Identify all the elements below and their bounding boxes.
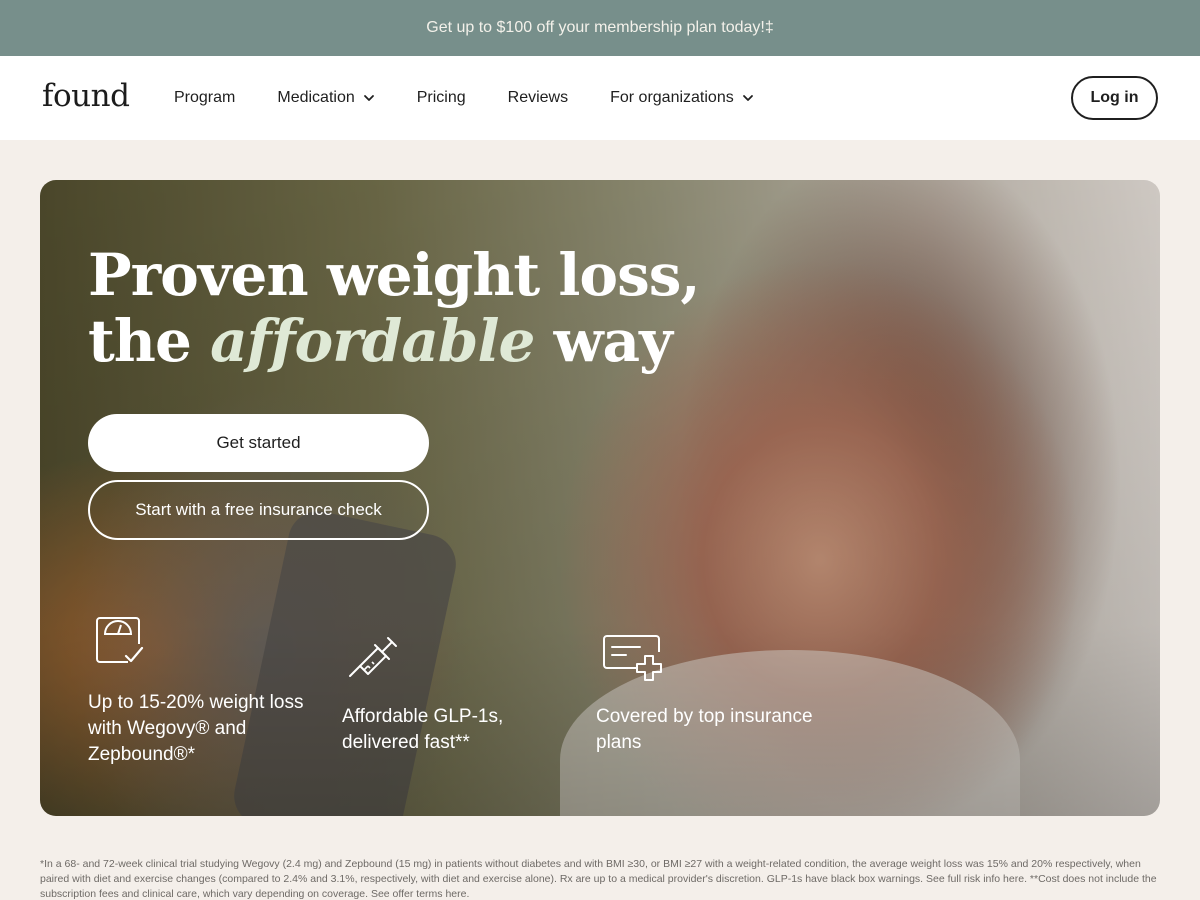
nav-item-program[interactable]: Program	[174, 89, 235, 107]
nav-item-pricing[interactable]: Pricing	[417, 89, 466, 107]
promo-banner[interactable]: Get up to $100 off your membership plan …	[0, 0, 1200, 56]
nav-links: Program Medication Pricing Reviews For o…	[174, 56, 796, 140]
headline-accent-word: affordable	[210, 307, 535, 375]
nav-item-label: Pricing	[416, 89, 466, 106]
chevron-down-icon	[742, 95, 753, 101]
hero-section: Proven weight loss, the affordable way G…	[40, 180, 1160, 816]
nav-item-label: Program	[174, 89, 236, 106]
nav-item-label: For organizations	[610, 89, 734, 106]
headline-line-2-post: way	[534, 307, 673, 375]
found-logo[interactable]: found	[42, 78, 130, 114]
nav-item-medication[interactable]: Medication	[277, 89, 374, 107]
insurance-card-plus-icon	[603, 635, 662, 681]
syringe-icon	[349, 637, 397, 677]
feature-text: Affordable GLP-1s, delivered fast**	[342, 706, 504, 753]
hero-headline: Proven weight loss, the affordable way	[88, 241, 701, 375]
login-button[interactable]: Log in	[1071, 76, 1158, 120]
feature-text: Covered by top insurance plans	[596, 706, 813, 753]
headline-line-2-pre: the	[88, 307, 211, 375]
disclaimer-text: *In a 68- and 72-week clinical trial stu…	[40, 858, 1157, 900]
nav-item-reviews[interactable]: Reviews	[508, 89, 568, 107]
get-started-button[interactable]: Get started	[88, 414, 429, 472]
promo-banner-text: Get up to $100 off your membership plan …	[426, 19, 774, 36]
feature-text: Up to 15-20% weight loss with Wegovy® an…	[88, 692, 304, 765]
chevron-down-icon	[363, 95, 374, 101]
nav-item-for-organizations[interactable]: For organizations	[610, 89, 754, 107]
feature-insurance: Covered by top insurance plans	[596, 628, 816, 756]
scale-check-icon	[96, 617, 144, 663]
feature-weight-loss: Up to 15-20% weight loss with Wegovy® an…	[88, 612, 328, 768]
insurance-check-button[interactable]: Start with a free insurance check	[88, 480, 429, 540]
feature-glp1: Affordable GLP-1s, delivered fast**	[342, 628, 562, 756]
nav-item-label: Medication	[277, 89, 355, 106]
nav-item-label: Reviews	[507, 89, 569, 106]
headline-line-1: Proven weight loss,	[88, 241, 701, 309]
top-navigation: found Program Medication Pricing Reviews…	[0, 56, 1200, 140]
